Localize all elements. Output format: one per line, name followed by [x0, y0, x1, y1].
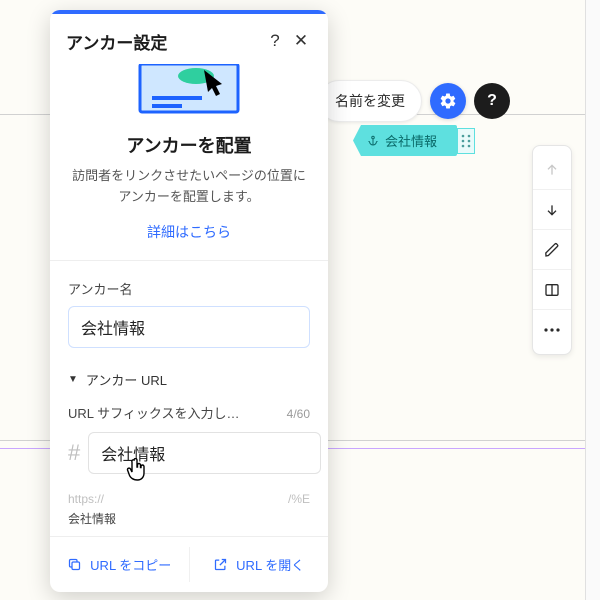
learn-more-link[interactable]: 詳細はこちら [68, 222, 310, 242]
char-count: 4/60 [287, 407, 310, 421]
side-toolbar [532, 145, 572, 355]
url-suffix-label: URL サフィックスを入力し… [68, 403, 240, 422]
anchor-icon [367, 135, 379, 147]
drag-handle[interactable] [457, 128, 475, 154]
panel-body: アンカーを配置 訪問者をリンクさせたいページの位置にアンカーを配置します。 詳細… [50, 64, 328, 527]
open-url-button[interactable]: URL を開く [189, 547, 329, 582]
hash-symbol: # [68, 440, 80, 466]
layout-icon [544, 282, 560, 298]
url-preview-path: /%E [288, 492, 310, 506]
anchor-chip-label: 会社情報 [385, 131, 437, 150]
anchor-chip-body: 会社情報 [353, 125, 457, 156]
anchor-name-input[interactable] [68, 306, 310, 348]
rename-button[interactable]: 名前を変更 [318, 80, 422, 122]
element-top-controls: 名前を変更 ? [318, 80, 510, 122]
url-preview-fragment: 会社情報 [68, 510, 310, 527]
anchor-url-section-label: アンカー URL [86, 370, 167, 389]
divider [50, 260, 328, 261]
move-down-button[interactable] [533, 190, 571, 230]
placing-description: 訪問者をリンクさせたいページの位置にアンカーを配置します。 [68, 166, 310, 208]
layout-button[interactable] [533, 270, 571, 310]
copy-url-label: URL をコピー [90, 555, 171, 574]
more-icon [544, 328, 560, 332]
gear-icon [439, 92, 457, 110]
open-external-icon [213, 557, 228, 572]
copy-url-button[interactable]: URL をコピー [50, 547, 189, 582]
edit-button[interactable] [533, 230, 571, 270]
panel-header: アンカー設定 ? ✕ [50, 14, 328, 64]
url-suffix-input[interactable] [88, 432, 321, 474]
placing-title: アンカーを配置 [68, 132, 310, 158]
more-button[interactable] [533, 310, 571, 350]
copy-icon [67, 557, 82, 572]
pointer-cursor-icon [126, 458, 148, 482]
anchor-canvas-tag[interactable]: 会社情報 [353, 125, 475, 156]
panel-title: アンカー設定 [66, 29, 262, 54]
anchor-url-section-toggle[interactable]: ▼ アンカー URL [68, 370, 310, 389]
move-up-button[interactable] [533, 150, 571, 190]
caret-down-icon: ▼ [68, 374, 78, 385]
anchor-illustration [134, 64, 244, 118]
question-icon: ? [487, 92, 497, 110]
url-suffix-row: URL サフィックスを入力し… 4/60 [68, 403, 310, 422]
anchor-name-label: アンカー名 [68, 279, 310, 298]
url-preview: https:// /%E 会社情報 [68, 492, 310, 527]
panel-footer: URL をコピー URL を開く [50, 536, 328, 592]
right-rail [585, 0, 600, 600]
settings-button[interactable] [430, 83, 466, 119]
drag-handle-icon [461, 134, 471, 148]
arrow-down-icon [544, 202, 560, 218]
url-preview-proto: https:// [68, 492, 104, 506]
panel-illustration [68, 64, 310, 118]
panel-close-button[interactable]: ✕ [288, 28, 314, 54]
pencil-icon [544, 242, 560, 258]
anchor-settings-panel: アンカー設定 ? ✕ アンカーを配置 訪問者をリンクさせたいページの位置にアンカ… [50, 10, 328, 592]
arrow-up-icon [544, 162, 560, 178]
panel-help-button[interactable]: ? [262, 28, 288, 54]
open-url-label: URL を開く [236, 555, 304, 574]
url-suffix-wrap: # [68, 432, 310, 474]
context-help-button[interactable]: ? [474, 83, 510, 119]
